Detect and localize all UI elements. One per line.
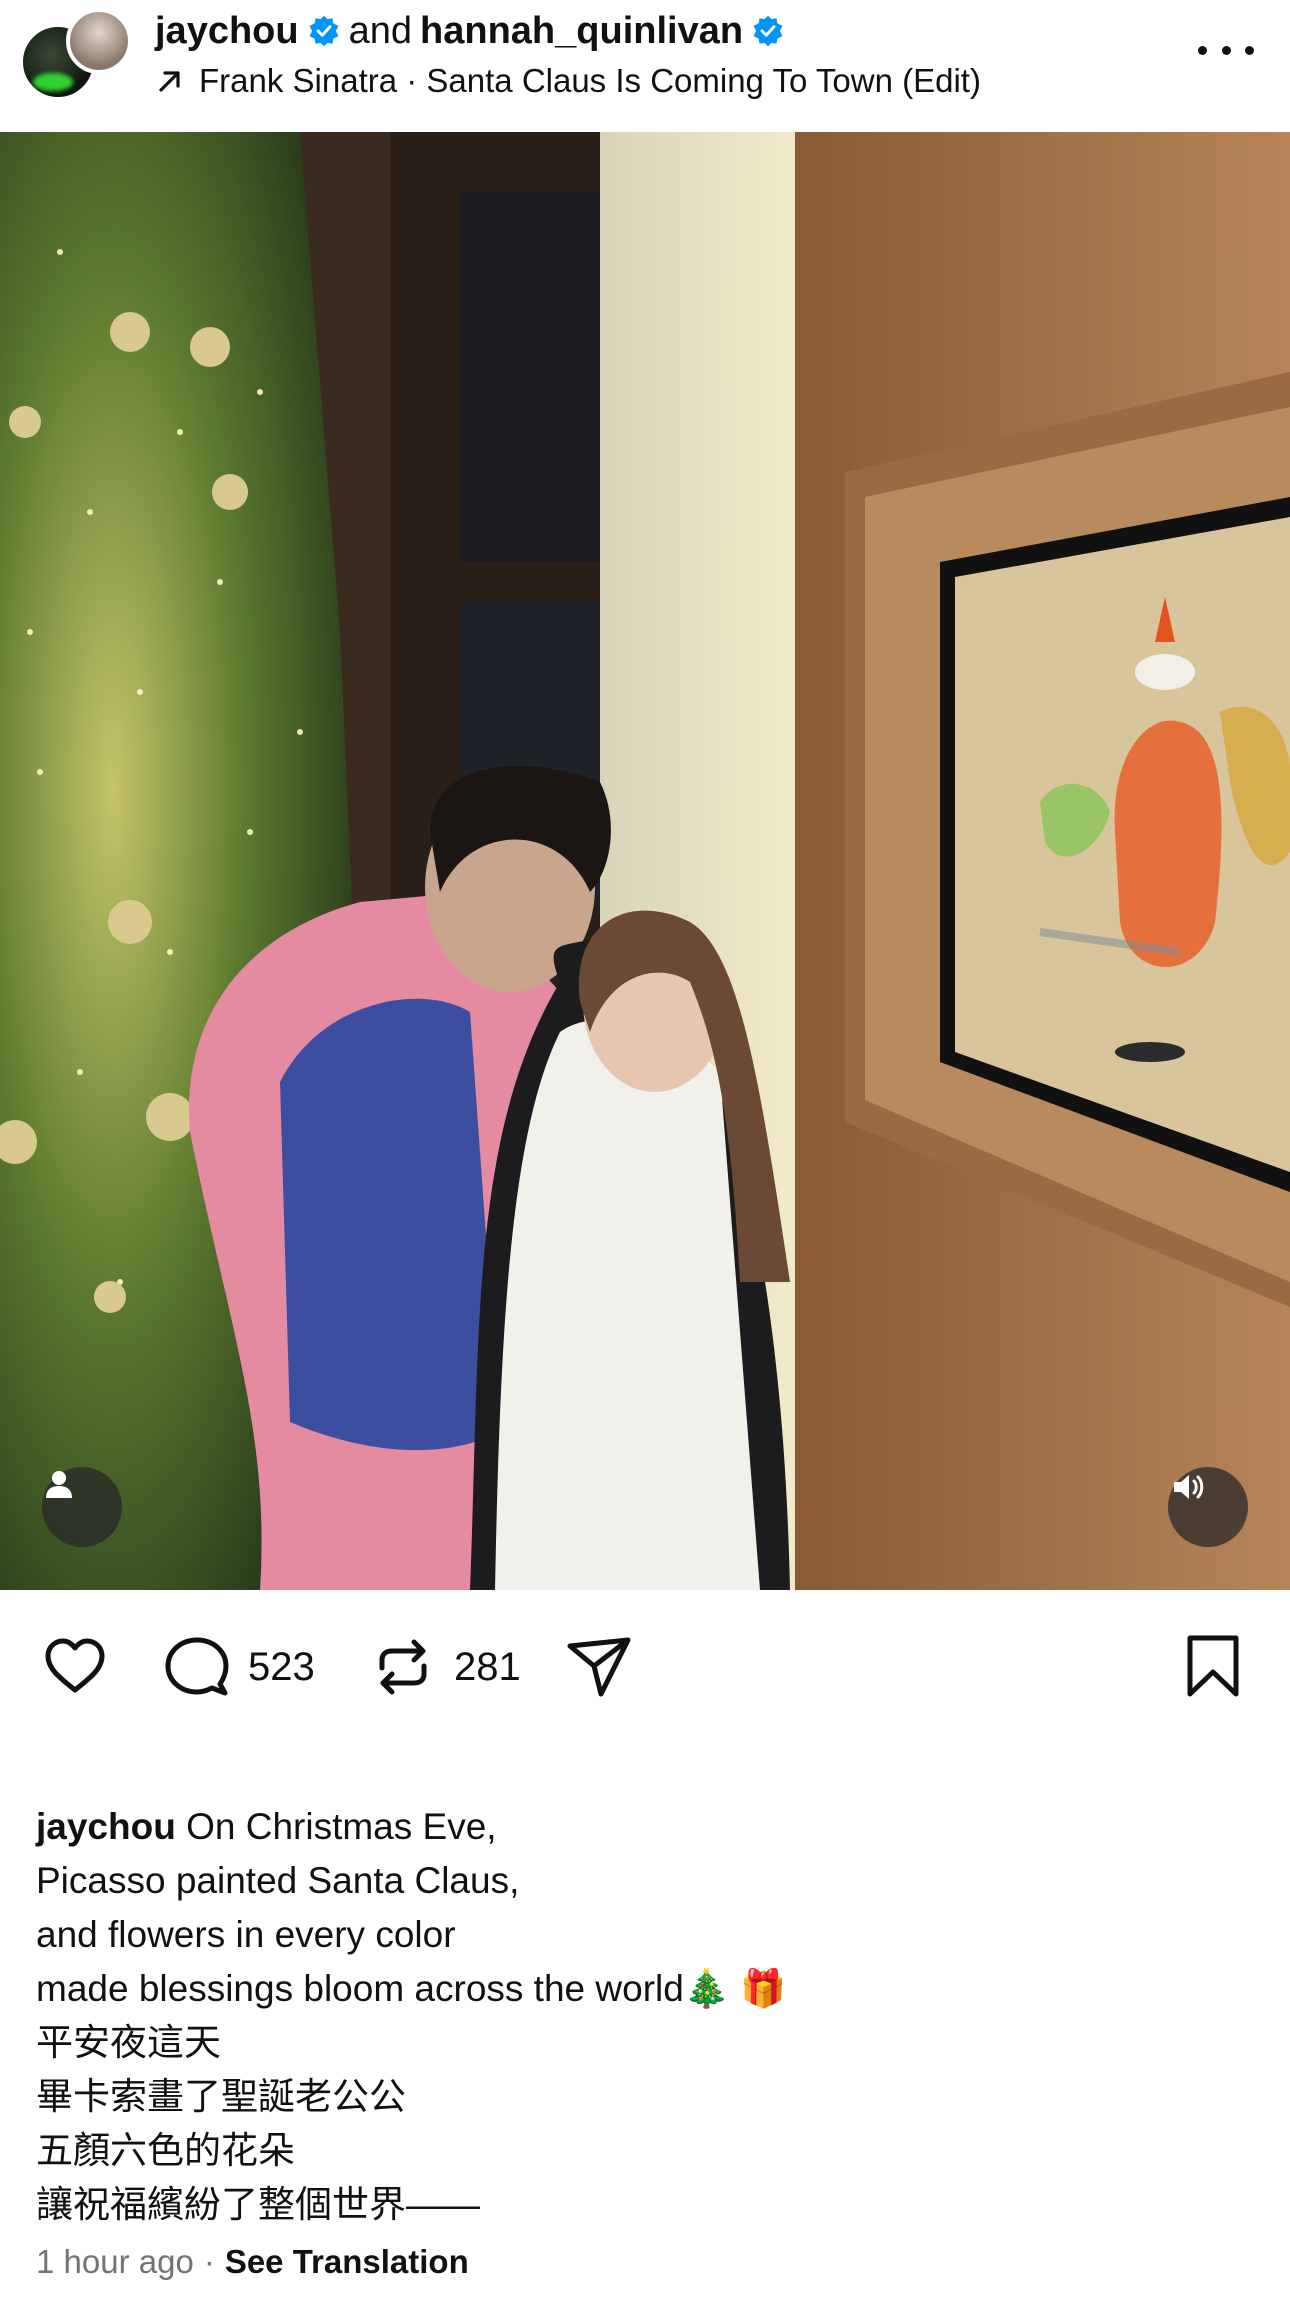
caption-line: and flowers in every color xyxy=(36,1914,456,1955)
joiner-text: and xyxy=(348,9,413,52)
see-translation-link[interactable]: See Translation xyxy=(225,2243,469,2281)
post-photo[interactable] xyxy=(0,132,1290,1590)
caption-emoji-line: made blessings bloom across the world🎄 🎁 xyxy=(36,1962,1256,2016)
save-button[interactable] xyxy=(1178,1632,1248,1702)
username-link[interactable]: jaychou xyxy=(155,10,299,53)
caption-line: made blessings bloom across the world xyxy=(36,1968,684,2009)
caption-line: 畢卡索畫了聖誕老公公 xyxy=(36,2076,406,2117)
caption-first-line: jaychou On Christmas Eve, xyxy=(36,1800,1256,1854)
send-icon xyxy=(567,1637,631,1697)
caption-line: Picasso painted Santa Claus, xyxy=(36,1860,520,1901)
bookmark-icon xyxy=(1187,1635,1239,1697)
repost-button[interactable]: 281 xyxy=(368,1632,521,1702)
avatar-group[interactable] xyxy=(20,8,132,104)
comment-icon xyxy=(165,1637,229,1696)
caption-author-link[interactable]: jaychou xyxy=(36,1806,176,1847)
caption-line: 平安夜這天 xyxy=(36,2022,221,2063)
share-button[interactable] xyxy=(564,1632,634,1702)
repost-icon xyxy=(379,1639,427,1695)
heart-icon xyxy=(45,1638,105,1693)
meta-separator: · xyxy=(203,2243,215,2280)
avatar[interactable] xyxy=(66,8,132,74)
post-timestamp: 1 hour ago xyxy=(36,2243,194,2280)
post-caption: jaychou On Christmas Eve, Picasso painte… xyxy=(36,1800,1256,2232)
verified-badge-icon xyxy=(753,15,783,47)
speaker-icon xyxy=(1174,1475,1204,1499)
post-header: jaychou and hannah_quinlivan Frank Sinat… xyxy=(0,0,1290,132)
like-button[interactable] xyxy=(40,1632,110,1702)
caption-emojis: 🎄 🎁 xyxy=(683,1968,787,2009)
caption-line: 五顏六色的花朵 xyxy=(36,2130,295,2171)
caption-line: 讓祝福繽紛了整個世界—— xyxy=(36,2184,480,2225)
verified-badge-icon xyxy=(309,15,339,47)
comment-count: 523 xyxy=(248,1644,315,1689)
caption-line: On Christmas Eve, xyxy=(186,1806,497,1847)
more-options-icon[interactable] xyxy=(1198,30,1254,70)
person-icon xyxy=(46,1471,72,1498)
audio-link[interactable]: Frank Sinatra · Santa Claus Is Coming To… xyxy=(155,58,981,104)
audio-arrow-icon xyxy=(159,71,180,92)
post-meta: 1 hour ago · See Translation xyxy=(36,2243,469,2281)
collab-title: jaychou and hannah_quinlivan xyxy=(155,6,785,56)
audio-toggle-button[interactable] xyxy=(1168,1467,1248,1547)
repost-count: 281 xyxy=(454,1644,521,1689)
photo-illustration xyxy=(0,132,1290,1590)
comment-button[interactable]: 523 xyxy=(162,1632,315,1702)
username-link[interactable]: hannah_quinlivan xyxy=(420,10,743,53)
audio-track-label: Frank Sinatra · Santa Claus Is Coming To… xyxy=(199,62,981,99)
tagged-people-button[interactable] xyxy=(42,1467,122,1547)
action-bar: 523 281 xyxy=(0,1590,1290,1740)
